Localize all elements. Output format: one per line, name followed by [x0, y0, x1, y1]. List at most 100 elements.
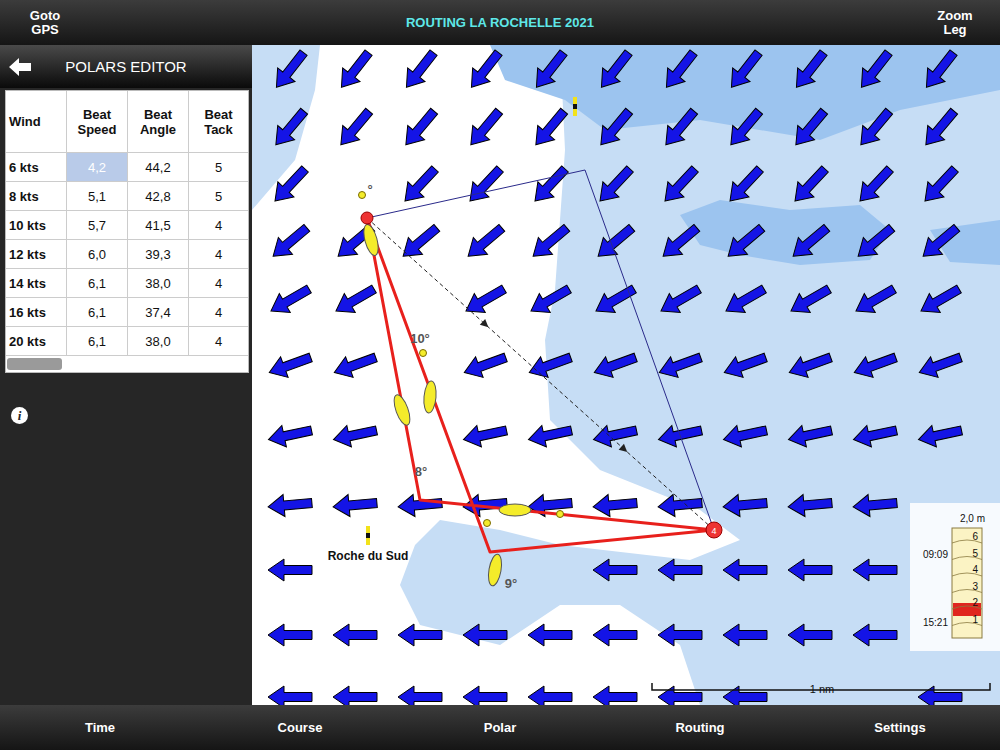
- table-cell: 10 kts: [6, 211, 67, 240]
- goto-gps-button[interactable]: GotoGPS: [0, 9, 90, 37]
- cell-text: 16 kts: [9, 305, 46, 320]
- table-row: 10 kts5,741,5 4: [6, 211, 248, 240]
- table-cell[interactable]: 4,2: [67, 153, 128, 182]
- leg-label: °: [367, 182, 372, 197]
- wind-arrow-icon: [461, 420, 509, 451]
- table-cell[interactable]: 37,4: [128, 298, 189, 327]
- cell-text: 12 kts: [9, 247, 46, 262]
- wind-arrow-icon: [591, 219, 639, 264]
- leg-label: 8°: [415, 464, 427, 479]
- cell-text: 8 kts: [9, 189, 39, 204]
- wind-arrow-icon: [852, 161, 898, 208]
- cell-text: 39,3: [145, 247, 170, 262]
- wind-arrow-icon: [722, 161, 768, 208]
- table-cell[interactable]: 5,7: [67, 211, 128, 240]
- table-cell[interactable]: 5,1: [67, 182, 128, 211]
- wind-arrow-icon: [786, 219, 834, 264]
- back-arrow-icon[interactable]: [9, 58, 31, 76]
- direction-arrow-icon: [619, 444, 630, 455]
- cell-text: 6 kts: [9, 160, 39, 175]
- wind-arrow-icon: [266, 219, 314, 264]
- wind-arrow-icon: [397, 161, 443, 208]
- start-waypoint-icon[interactable]: [361, 212, 373, 224]
- direct-line: [367, 218, 714, 530]
- table-cell[interactable]: 5: [189, 182, 248, 211]
- table-scrollbar[interactable]: [6, 356, 248, 372]
- tide-tick: 3: [972, 581, 978, 592]
- table-cell[interactable]: 41,5: [128, 211, 189, 240]
- toolbar-button[interactable]: Time: [0, 720, 200, 735]
- wind-arrow-icon: [333, 46, 377, 94]
- wind-arrow-icon: [591, 420, 639, 451]
- wind-arrow-icon: [398, 686, 442, 705]
- wind-arrow-icon: [787, 161, 833, 208]
- end-waypoint[interactable]: [706, 522, 722, 538]
- table-cell: 14 kts: [6, 269, 67, 298]
- table-cell[interactable]: 6,1: [67, 298, 128, 327]
- wind-arrow-icon: [461, 219, 509, 264]
- top-bar: GotoGPSROUTING LA ROCHELLE 2021ZoomLeg: [0, 0, 1000, 45]
- wind-arrow-icon: [332, 492, 378, 518]
- table-cell[interactable]: 44,2: [128, 153, 189, 182]
- table-row: 8 kts 5,142,85: [6, 182, 248, 211]
- table-cell[interactable]: 4: [189, 298, 248, 327]
- table-cell[interactable]: 6,1: [67, 327, 128, 356]
- wind-arrow-icon: [853, 46, 897, 94]
- wind-arrow-icon: [788, 559, 832, 581]
- cardinal-buoy-icon: [573, 97, 577, 116]
- table-cell[interactable]: 6,1: [67, 269, 128, 298]
- table-cell[interactable]: 4: [189, 240, 248, 269]
- table-cell[interactable]: 38,0: [128, 269, 189, 298]
- tide-tick: 2: [972, 597, 978, 608]
- header-text: Beat: [144, 107, 172, 122]
- cell-text: 4: [215, 247, 222, 262]
- table-cell[interactable]: 4: [189, 327, 248, 356]
- info-button[interactable]: i: [11, 407, 28, 424]
- table-cell[interactable]: 5: [189, 153, 248, 182]
- leg-label: 10°: [410, 331, 430, 346]
- back-button[interactable]: [0, 58, 40, 76]
- cell-text: 4: [215, 218, 222, 233]
- cell-text: 38,0: [145, 334, 170, 349]
- wind-arrow-icon: [590, 279, 639, 320]
- zoom-leg-button[interactable]: ZoomLeg: [910, 9, 1000, 37]
- wind-arrow-icon: [528, 624, 572, 646]
- wind-arrow-icon: [527, 104, 572, 152]
- cell-text: 20 kts: [9, 334, 46, 349]
- toolbar-button[interactable]: Polar: [400, 720, 600, 735]
- main-area: POLARS EDITORWindBeatSpeedBeatAngleBeatT…: [0, 45, 1000, 705]
- wind-arrow-icon: [917, 104, 962, 152]
- button-label: GPS: [31, 23, 58, 37]
- toolbar-button[interactable]: Course: [200, 720, 400, 735]
- wind-arrow-icon: [463, 46, 507, 94]
- table-cell[interactable]: 4: [189, 211, 248, 240]
- table-cell[interactable]: 39,3: [128, 240, 189, 269]
- cell-text: 44,2: [145, 160, 170, 175]
- wind-arrow-icon: [593, 624, 637, 646]
- wind-arrow-icon: [265, 279, 314, 320]
- table-cell[interactable]: 6,0: [67, 240, 128, 269]
- table-cell[interactable]: 4: [189, 269, 248, 298]
- table-cell[interactable]: 42,8: [128, 182, 189, 211]
- table-cell: 20 kts: [6, 327, 67, 356]
- header-text: Tack: [204, 122, 233, 137]
- chart-map[interactable]: 4°10°8°9°Roche du Sud1 nm2,0 m65432109:0…: [252, 45, 1000, 705]
- cell-text: 37,4: [145, 305, 170, 320]
- cell-text: 4: [215, 334, 222, 349]
- tide-tick: 4: [972, 564, 978, 575]
- wind-arrow-icon: [723, 686, 767, 705]
- toolbar-button[interactable]: Routing: [600, 720, 800, 735]
- wind-arrow-icon: [656, 219, 704, 264]
- table-cell: 6 kts: [6, 153, 67, 182]
- table-cell[interactable]: 38,0: [128, 327, 189, 356]
- map-canvas[interactable]: 4°10°8°9°Roche du Sud1 nm2,0 m65432109:0…: [252, 45, 1000, 705]
- wind-arrow-icon: [333, 624, 377, 646]
- wind-arrow-icon: [463, 686, 507, 705]
- polars-table: WindBeatSpeedBeatAngleBeatTack6 kts4,244…: [5, 90, 249, 373]
- polars-panel: POLARS EDITORWindBeatSpeedBeatAngleBeatT…: [0, 45, 252, 705]
- scroll-thumb[interactable]: [7, 358, 62, 370]
- toolbar-button[interactable]: Settings: [800, 720, 1000, 735]
- wind-arrow-icon: [720, 279, 769, 320]
- wind-arrow-icon: [396, 219, 444, 264]
- column-header: BeatSpeed: [67, 91, 128, 153]
